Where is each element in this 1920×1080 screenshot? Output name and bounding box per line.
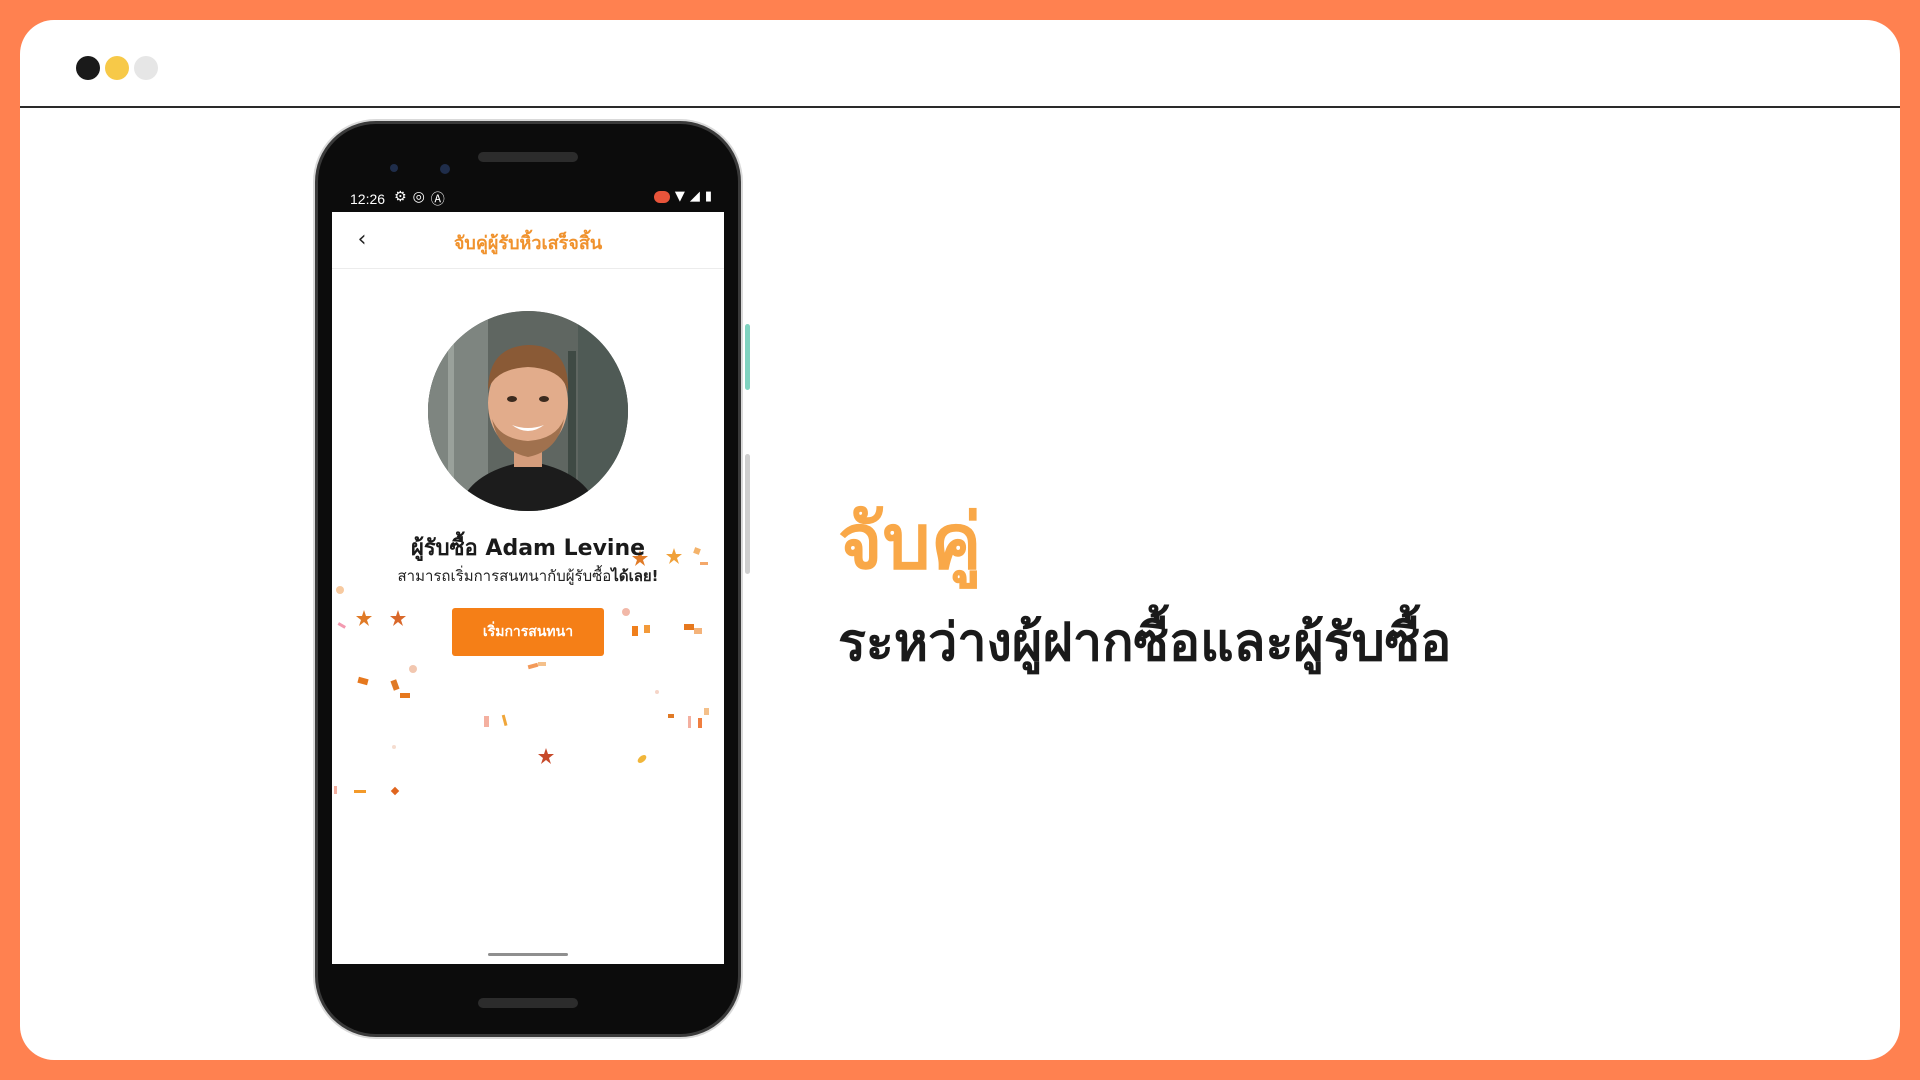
start-chat-button[interactable]: เริ่มการสนทนา [452,608,604,656]
buyer-photo [428,311,628,511]
settings-icon: ⚙ [394,189,407,205]
signal-icon: ◢ [689,189,700,204]
status-time: 12:26 [350,191,386,207]
earpiece-speaker [478,152,578,162]
phone-screen: ‹ จับคู่ผู้รับหิ้วเสร็จสิ้น ผู้รับซื้อ A… [332,212,724,964]
status-icons-right: ▼ ◢ ▮ [653,189,712,204]
home-indicator[interactable] [488,953,568,956]
front-camera [440,164,450,174]
match-subtitle-text: สามารถเริ่มการสนทนากับผู้รับซื้อ [397,567,612,585]
power-button [745,324,750,390]
match-subtitle: สามารถเริ่มการสนทนากับผู้รับซื้อได้เลย! [332,564,724,588]
window-dot-yellow [105,56,129,80]
presentation-window: 12:26 ⚙ ◎ Ⓐ ▼ ◢ ▮ ‹ จับคู่ผู้รับหิ้วเสร็… [20,20,1900,1060]
status-bar: 12:26 ⚙ ◎ Ⓐ ▼ ◢ ▮ [332,188,724,212]
buyer-avatar [428,311,628,511]
app-icon: Ⓐ [430,192,445,208]
target-icon: ◎ [412,189,425,205]
buyer-name: ผู้รับซื้อ Adam Levine [410,536,646,561]
front-sensor [390,164,398,172]
page-title: จับคู่ผู้รับหิ้วเสร็จสิ้น [453,233,603,254]
volume-button [745,454,750,574]
back-button[interactable]: ‹ [348,226,376,254]
headline: จับคู่ [838,497,982,586]
window-dot-black [76,56,100,80]
bottom-speaker [478,998,578,1008]
app-bar: ‹ จับคู่ผู้รับหิ้วเสร็จสิ้น [332,212,724,269]
subheadline: ระหว่างผู้ฝากซื้อและผู้รับซื้อ [838,613,1452,673]
chevron-left-icon: ‹ [357,227,367,252]
match-subtitle-emphasis: ได้เลย! [611,567,659,585]
record-icon [653,190,670,203]
battery-icon: ▮ [704,189,712,204]
window-titlebar [20,20,1900,108]
phone-mockup: 12:26 ⚙ ◎ Ⓐ ▼ ◢ ▮ ‹ จับคู่ผู้รับหิ้วเสร็… [318,124,750,1034]
window-dot-light [134,56,158,80]
status-icons-left: ⚙ ◎ Ⓐ [394,189,445,209]
wifi-icon: ▼ [674,189,685,204]
